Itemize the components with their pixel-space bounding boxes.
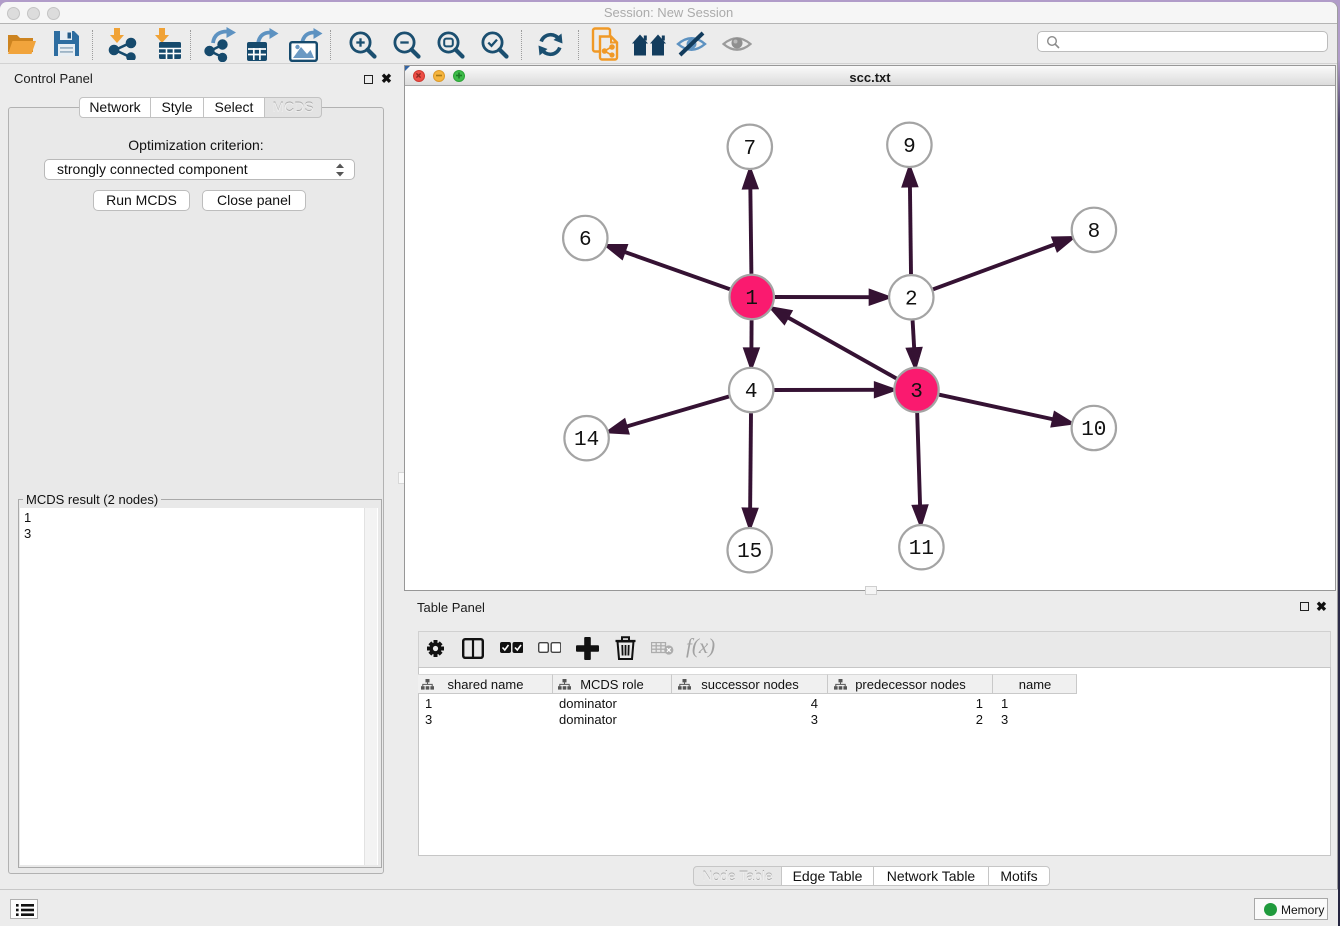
svg-text:3: 3 [910,381,923,404]
svg-text:7: 7 [743,138,756,161]
svg-text:15: 15 [737,541,762,564]
svg-text:9: 9 [903,136,916,159]
svg-text:2: 2 [905,288,918,311]
svg-text:4: 4 [745,381,758,404]
svg-text:10: 10 [1081,419,1106,442]
svg-text:1: 1 [745,288,758,311]
svg-text:6: 6 [579,229,592,252]
svg-text:8: 8 [1088,221,1101,244]
svg-text:14: 14 [574,429,599,452]
svg-text:11: 11 [909,538,934,561]
